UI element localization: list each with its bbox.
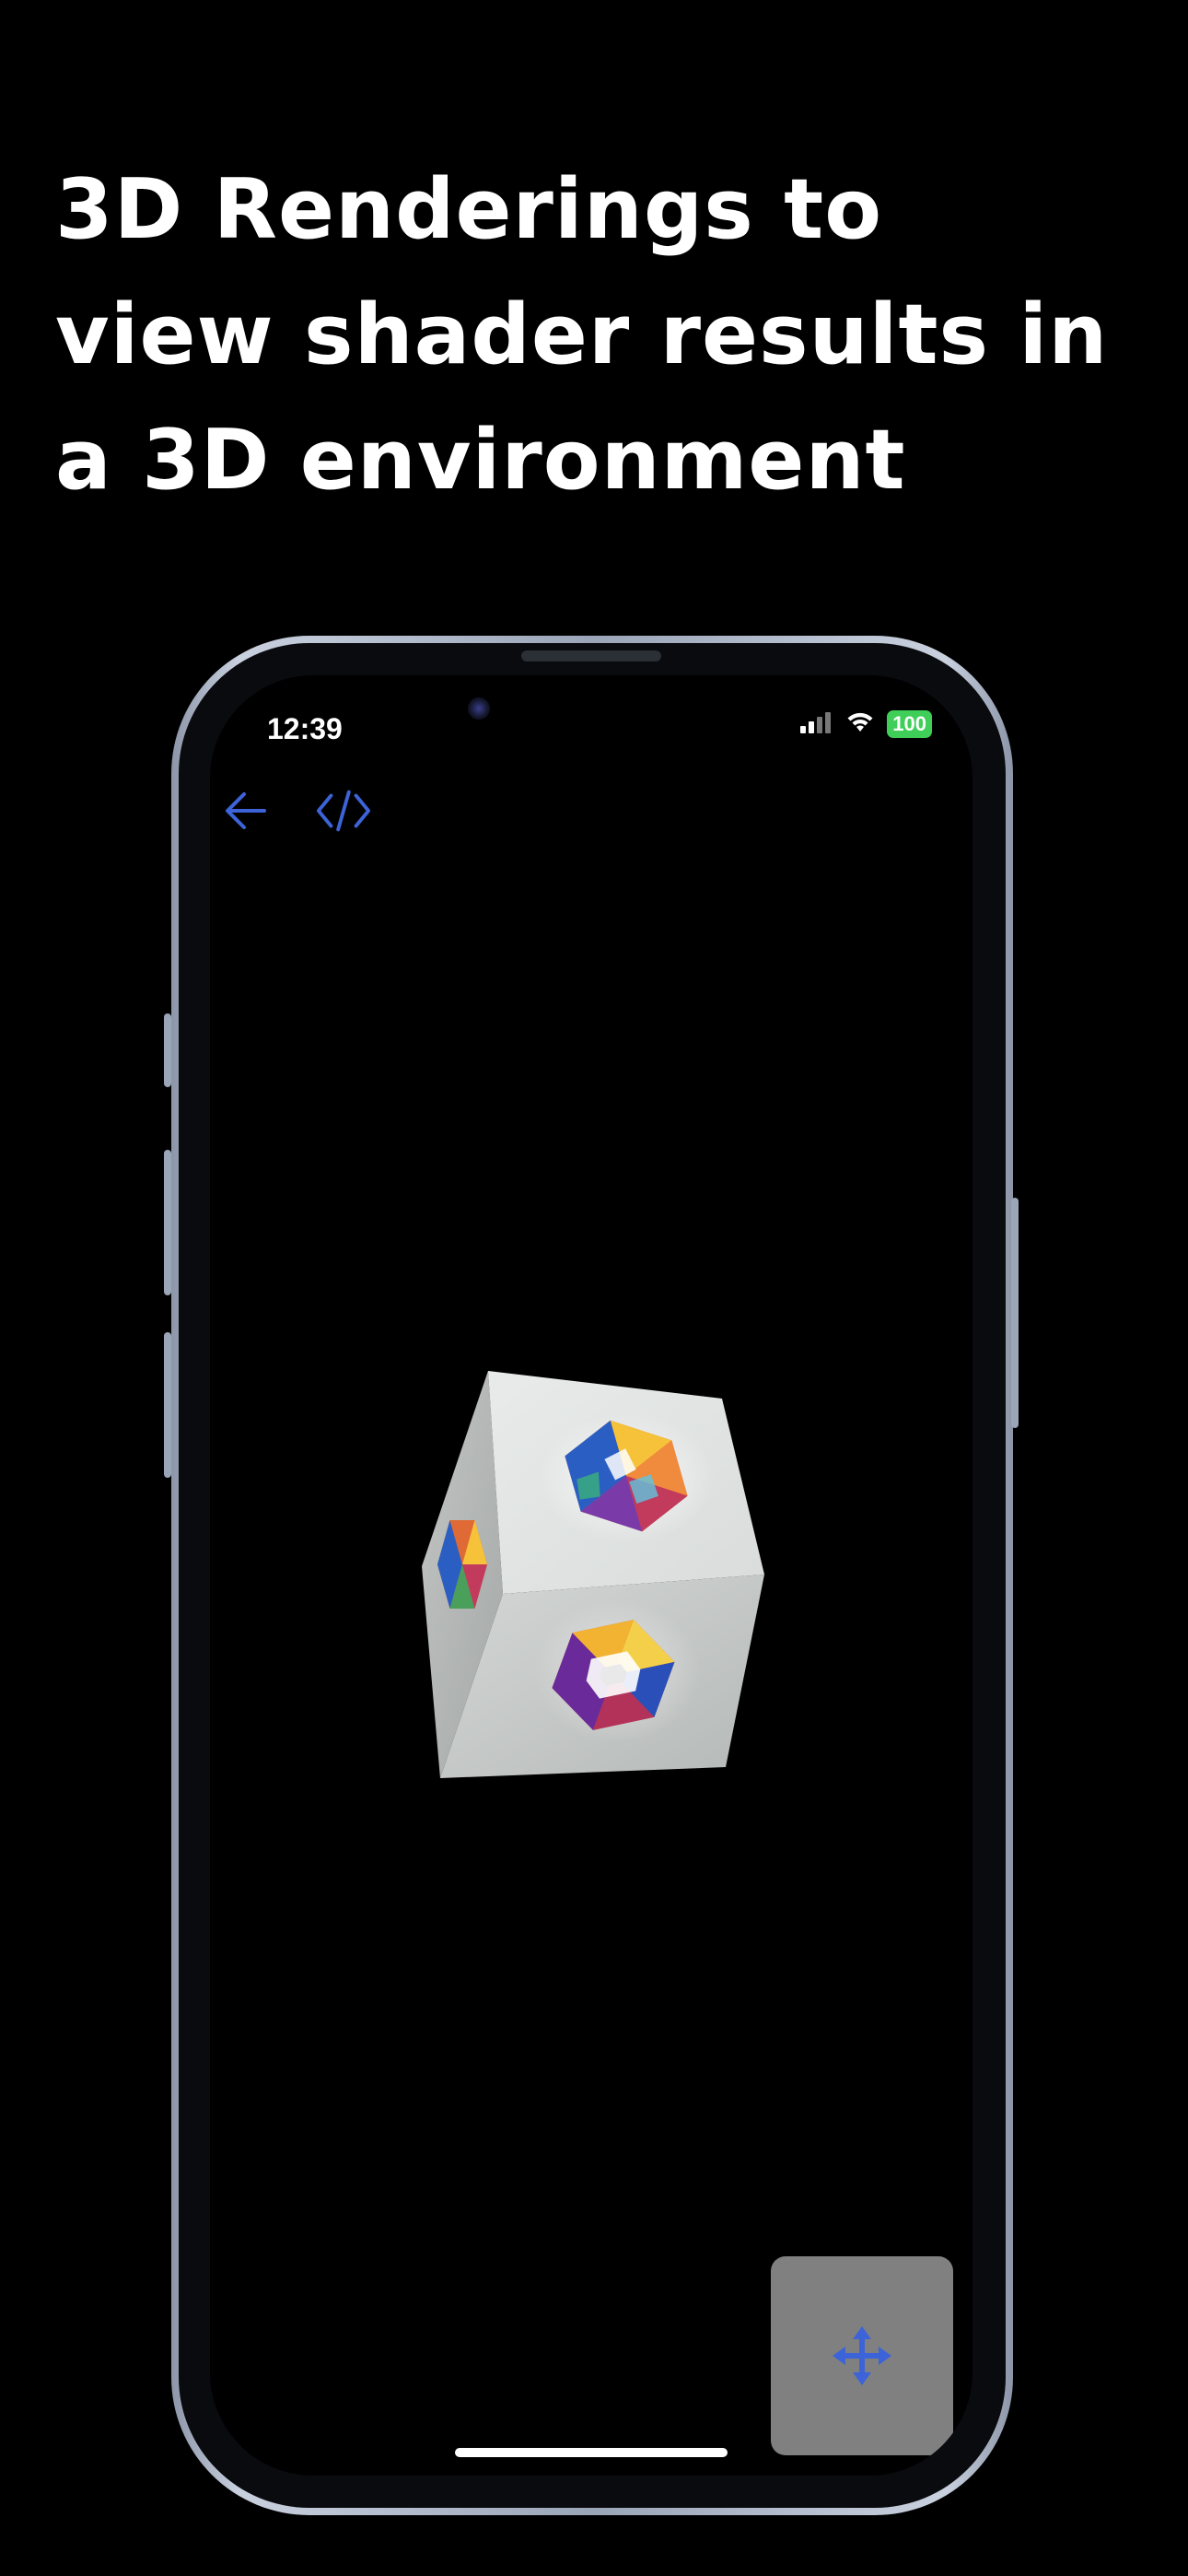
volume-down-button xyxy=(164,1332,171,1478)
home-indicator[interactable] xyxy=(455,2448,728,2457)
phone-screen: 12:39 100 xyxy=(210,675,973,2476)
headline-line-3: a 3D environment xyxy=(55,412,906,509)
headline-line-2: view shader results in xyxy=(55,287,1109,383)
battery-indicator: 100 xyxy=(887,710,932,738)
code-button[interactable] xyxy=(315,782,372,839)
headline: 3D Renderings to view shader results in … xyxy=(55,147,1142,523)
code-icon xyxy=(316,790,371,832)
notch xyxy=(431,675,751,755)
front-camera xyxy=(468,697,490,720)
earpiece-speaker xyxy=(521,650,661,662)
cellular-signal-icon xyxy=(800,711,833,737)
back-button[interactable] xyxy=(217,782,274,839)
silent-switch xyxy=(164,1013,171,1087)
arrow-left-icon xyxy=(226,792,266,829)
headline-line-1: 3D Renderings to xyxy=(55,161,883,258)
volume-up-button xyxy=(164,1150,171,1295)
status-time: 12:39 xyxy=(267,712,343,745)
move-control-pad[interactable] xyxy=(771,2256,953,2455)
status-indicators: 100 xyxy=(800,710,932,738)
move-arrows-icon xyxy=(833,2326,891,2385)
cube-3d-render[interactable] xyxy=(422,1371,790,1795)
wifi-icon xyxy=(846,711,874,737)
power-button xyxy=(1011,1198,1019,1428)
toolbar xyxy=(217,782,372,839)
cube-image xyxy=(422,1371,764,1778)
